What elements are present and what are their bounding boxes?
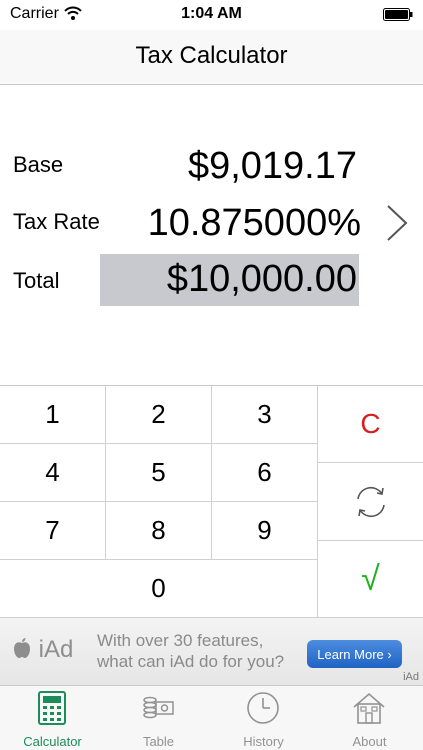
base-value[interactable]: $9,019.17 <box>188 145 357 188</box>
status-time: 1:04 AM <box>181 5 242 22</box>
base-label: Base <box>13 152 64 177</box>
page-title: Tax Calculator <box>135 42 288 69</box>
recalculate-button[interactable] <box>318 463 423 541</box>
key-9[interactable]: 9 <box>212 502 318 560</box>
house-icon <box>353 692 385 724</box>
tab-bar: Calculator Table History About <box>0 685 423 750</box>
tax-rate-label: Tax Rate <box>13 209 100 234</box>
key-4[interactable]: 4 <box>0 444 106 502</box>
navigation-bar: Tax Calculator <box>0 30 423 85</box>
clock-icon <box>247 692 279 724</box>
tab-table-label: Table <box>142 734 175 749</box>
clear-button[interactable]: C <box>318 386 423 463</box>
tab-about[interactable]: About <box>317 686 422 750</box>
chevron-right-icon[interactable] <box>384 204 410 242</box>
key-6[interactable]: 6 <box>212 444 318 502</box>
apple-logo-icon <box>14 638 30 658</box>
key-2[interactable]: 2 <box>106 386 212 444</box>
iad-banner[interactable]: iAd With over 30 features, what can iAd … <box>0 617 423 685</box>
total-label: Total <box>13 268 60 293</box>
iad-logo-text: iAd <box>38 636 74 663</box>
total-value: $10,000.00 <box>166 258 357 300</box>
total-field[interactable]: $10,000.00 <box>100 254 359 306</box>
key-7[interactable]: 7 <box>0 502 106 560</box>
tab-history-label: History <box>243 734 284 749</box>
status-bar: Carrier 1:04 AM <box>0 0 423 30</box>
calculator-icon <box>38 691 66 725</box>
tab-about-label: About <box>352 734 387 749</box>
key-5[interactable]: 5 <box>106 444 212 502</box>
iad-message: With over 30 features, what can iAd do f… <box>97 631 285 671</box>
key-8[interactable]: 8 <box>106 502 212 560</box>
keypad: 1 2 3 4 5 6 7 8 9 0 C √ <box>0 385 423 618</box>
key-0[interactable]: 0 <box>0 560 318 618</box>
tab-calculator-label: Calculator <box>23 734 82 749</box>
tax-rate-value[interactable]: 10.875000% <box>148 202 361 245</box>
refresh-icon <box>356 486 385 517</box>
learn-more-button[interactable]: Learn More › <box>307 640 402 668</box>
key-1[interactable]: 1 <box>0 386 106 444</box>
tab-calculator[interactable]: Calculator <box>0 686 105 750</box>
table-icon <box>143 696 174 719</box>
tab-table[interactable]: Table <box>106 686 211 750</box>
iad-logo: iAd <box>12 636 73 664</box>
iad-tag: iAd <box>403 671 419 683</box>
battery-icon <box>383 8 413 21</box>
tab-history[interactable]: History <box>211 686 316 750</box>
confirm-button[interactable]: √ <box>318 541 423 618</box>
key-3[interactable]: 3 <box>212 386 318 444</box>
